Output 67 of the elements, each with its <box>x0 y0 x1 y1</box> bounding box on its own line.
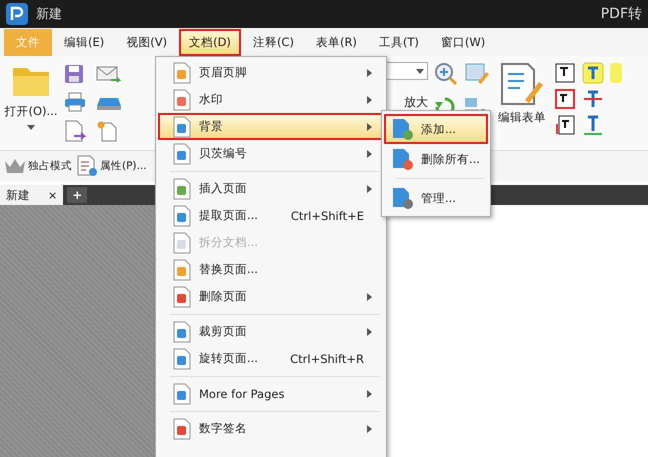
menu-bar-item[interactable]: 视图(V) <box>116 28 178 56</box>
mail-icon[interactable] <box>96 64 122 84</box>
menu-bar-item[interactable]: 注释(C) <box>242 28 304 56</box>
properties-icon[interactable] <box>76 155 98 177</box>
menu-item[interactable]: 背景 <box>158 113 384 140</box>
document-icon <box>172 178 192 200</box>
document-icon <box>172 62 192 84</box>
menu-item[interactable]: 旋转页面... Ctrl+Shift+R <box>158 345 384 372</box>
menu-bar-item[interactable]: 窗口(W) <box>430 28 496 56</box>
printer-icon[interactable] <box>64 92 86 112</box>
background-page-icon <box>390 147 414 171</box>
menu-bar-item[interactable]: 编辑(E) <box>54 28 114 56</box>
menu-item[interactable]: More for Pages <box>158 380 384 407</box>
menu-item[interactable]: 水印 <box>158 86 384 113</box>
document-icon <box>172 258 192 280</box>
properties-button[interactable]: 属性(P)... <box>100 159 147 173</box>
document-icon <box>172 232 192 254</box>
zoom-in-icon[interactable] <box>434 62 458 86</box>
save-icon[interactable] <box>64 64 84 84</box>
image-edit-icon[interactable] <box>464 62 490 86</box>
caret-icon <box>416 68 424 74</box>
menu-bar-item[interactable]: 表单(R) <box>306 28 367 56</box>
document-icon <box>172 348 192 370</box>
menu-item[interactable]: 数字签名 <box>158 415 384 442</box>
menu-item[interactable]: 替换页面... <box>158 256 384 283</box>
close-tab-button[interactable]: × <box>48 188 58 202</box>
document-icon <box>172 286 192 308</box>
background-page-icon <box>390 186 414 210</box>
text-callout-icon[interactable] <box>554 114 576 136</box>
menu-item[interactable]: 贝茨编号 <box>158 140 384 167</box>
menu-bar-item[interactable]: 文档(D) <box>179 28 241 56</box>
menu-item[interactable]: 添加... <box>384 114 488 144</box>
new-document-icon[interactable] <box>96 120 118 142</box>
exclusive-mode-button[interactable]: 独占模式 <box>28 159 72 173</box>
document-tab[interactable]: 新建 × <box>0 185 64 205</box>
crown-icon[interactable] <box>4 157 26 175</box>
zoom-in-label[interactable]: 放大 <box>404 94 428 111</box>
window-title: 新建 <box>36 6 62 23</box>
menu-item[interactable]: 页眉页脚 <box>158 59 384 86</box>
edit-form-button[interactable]: 编辑表单 <box>496 62 548 125</box>
menu-item[interactable]: 插入页面 <box>158 175 384 202</box>
document-icon <box>172 204 192 226</box>
menu-item[interactable]: 管理... <box>384 183 488 213</box>
new-tab-button[interactable]: + <box>67 187 88 203</box>
document-icon <box>172 142 192 164</box>
menu-bar-item[interactable]: 工具(T) <box>368 28 429 56</box>
tab-label: 新建 <box>6 188 30 202</box>
document-icon <box>172 382 192 404</box>
menu-item[interactable]: 删除所有... <box>384 144 488 174</box>
strikethrough-text-icon[interactable] <box>582 88 604 110</box>
document-icon <box>172 116 192 138</box>
menu-item[interactable]: 提取页面... Ctrl+Shift+E <box>158 202 384 229</box>
export-document-icon[interactable] <box>64 120 86 142</box>
underline-text-icon[interactable] <box>582 114 604 136</box>
document-icon <box>172 88 192 110</box>
document-icon <box>172 320 192 342</box>
menu-item[interactable]: 删除页面 <box>158 283 384 310</box>
document-icon <box>172 418 192 440</box>
menu-item[interactable]: 裁剪页面 <box>158 318 384 345</box>
text-field-icon[interactable] <box>554 62 576 84</box>
open-button[interactable]: 打开(O)... <box>4 62 58 130</box>
background-page-icon <box>390 117 414 141</box>
highlight-text-icon[interactable] <box>582 62 604 84</box>
caret-icon <box>27 125 35 130</box>
text-box-icon[interactable] <box>554 88 576 110</box>
app-logo-icon <box>6 3 28 25</box>
app-name: PDF转 <box>600 5 642 23</box>
